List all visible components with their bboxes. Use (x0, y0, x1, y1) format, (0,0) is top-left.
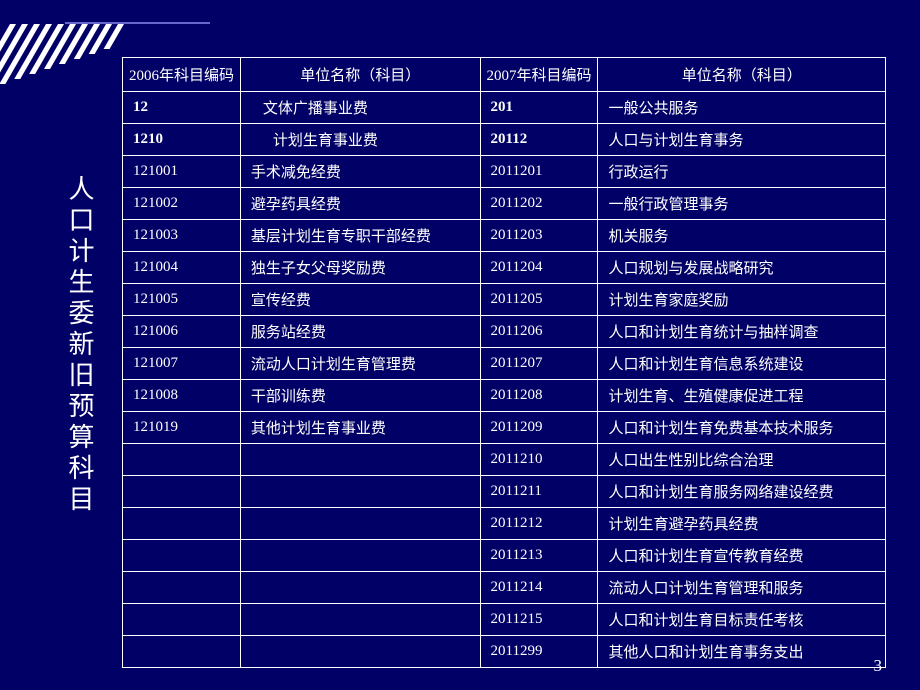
table-row: 121008干部训练费2011208计划生育、生殖健康促进工程 (123, 380, 886, 412)
table-row: 12文体广播事业费201一般公共服务 (123, 92, 886, 124)
table-row: 1210计划生育事业费20112人口与计划生育事务 (123, 124, 886, 156)
table-header-row: 2006年科目编码 单位名称（科目） 2007年科目编码 单位名称（科目） (123, 58, 886, 92)
cell-name-2007: 人口规划与发展战略研究 (598, 252, 886, 284)
cell-code-2007: 2011212 (480, 508, 598, 540)
cell-code-2006: 121007 (123, 348, 241, 380)
cell-name-2006: 文体广播事业费 (240, 92, 480, 124)
cell-name-2007: 行政运行 (598, 156, 886, 188)
cell-code-2007: 2011211 (480, 476, 598, 508)
cell-code-2007: 2011207 (480, 348, 598, 380)
cell-name-2006: 干部训练费 (240, 380, 480, 412)
table-row: 121006服务站经费2011206人口和计划生育统计与抽样调查 (123, 316, 886, 348)
cell-name-2007: 人口和计划生育统计与抽样调查 (598, 316, 886, 348)
table-row: 121007流动人口计划生育管理费2011207人口和计划生育信息系统建设 (123, 348, 886, 380)
cell-name-2006: 手术减免经费 (240, 156, 480, 188)
cell-name-2006: 避孕药具经费 (240, 188, 480, 220)
cell-name-2007: 人口和计划生育免费基本技术服务 (598, 412, 886, 444)
cell-code-2007: 2011204 (480, 252, 598, 284)
cell-code-2006 (123, 636, 241, 668)
table-row: 121004独生子女父母奖励费2011204人口规划与发展战略研究 (123, 252, 886, 284)
table-row: 2011214流动人口计划生育管理和服务 (123, 572, 886, 604)
cell-name-2006: 计划生育事业费 (240, 124, 480, 156)
cell-code-2006: 121001 (123, 156, 241, 188)
cell-name-2007: 计划生育家庭奖励 (598, 284, 886, 316)
cell-name-2006: 宣传经费 (240, 284, 480, 316)
cell-code-2006: 121006 (123, 316, 241, 348)
table-row: 2011215人口和计划生育目标责任考核 (123, 604, 886, 636)
cell-name-2007: 人口与计划生育事务 (598, 124, 886, 156)
cell-name-2006: 其他计划生育事业费 (240, 412, 480, 444)
cell-code-2007: 2011209 (480, 412, 598, 444)
cell-code-2006: 121003 (123, 220, 241, 252)
col-header-name-2007: 单位名称（科目） (598, 58, 886, 92)
cell-name-2007: 计划生育、生殖健康促进工程 (598, 380, 886, 412)
cell-code-2007: 2011214 (480, 572, 598, 604)
table-row: 121003基层计划生育专职干部经费2011203机关服务 (123, 220, 886, 252)
table-row: 2011211人口和计划生育服务网络建设经费 (123, 476, 886, 508)
cell-code-2007: 2011203 (480, 220, 598, 252)
table-row: 2011212计划生育避孕药具经费 (123, 508, 886, 540)
cell-code-2007: 2011205 (480, 284, 598, 316)
cell-name-2007: 人口出生性别比综合治理 (598, 444, 886, 476)
cell-name-2007: 人口和计划生育宣传教育经费 (598, 540, 886, 572)
cell-code-2007: 20112 (480, 124, 598, 156)
cell-name-2006: 流动人口计划生育管理费 (240, 348, 480, 380)
cell-code-2006: 1210 (123, 124, 241, 156)
cell-name-2007: 流动人口计划生育管理和服务 (598, 572, 886, 604)
cell-code-2007: 2011213 (480, 540, 598, 572)
cell-code-2006: 12 (123, 92, 241, 124)
cell-name-2006: 基层计划生育专职干部经费 (240, 220, 480, 252)
cell-code-2007: 2011206 (480, 316, 598, 348)
cell-code-2006 (123, 476, 241, 508)
slide-title: 人口计生委新旧预算科目 (68, 175, 98, 516)
col-header-name-2006: 单位名称（科目） (240, 58, 480, 92)
cell-code-2006 (123, 572, 241, 604)
cell-code-2006: 121005 (123, 284, 241, 316)
cell-name-2007: 人口和计划生育服务网络建设经费 (598, 476, 886, 508)
cell-code-2007: 2011202 (480, 188, 598, 220)
cell-code-2006 (123, 540, 241, 572)
cell-code-2007: 2011201 (480, 156, 598, 188)
cell-name-2006 (240, 636, 480, 668)
col-header-code-2006: 2006年科目编码 (123, 58, 241, 92)
budget-table: 2006年科目编码 单位名称（科目） 2007年科目编码 单位名称（科目） 12… (122, 57, 886, 668)
cell-name-2007: 其他人口和计划生育事务支出 (598, 636, 886, 668)
cell-code-2006: 121002 (123, 188, 241, 220)
table-row: 2011213人口和计划生育宣传教育经费 (123, 540, 886, 572)
budget-table-wrap: 2006年科目编码 单位名称（科目） 2007年科目编码 单位名称（科目） 12… (122, 57, 886, 668)
cell-code-2006 (123, 604, 241, 636)
cell-name-2006: 服务站经费 (240, 316, 480, 348)
cell-name-2007: 一般行政管理事务 (598, 188, 886, 220)
table-row: 121001手术减免经费2011201行政运行 (123, 156, 886, 188)
page-number: 3 (874, 656, 883, 676)
cell-code-2006: 121004 (123, 252, 241, 284)
table-row: 121019其他计划生育事业费2011209人口和计划生育免费基本技术服务 (123, 412, 886, 444)
cell-code-2006 (123, 444, 241, 476)
cell-name-2006 (240, 540, 480, 572)
table-row: 121005宣传经费2011205计划生育家庭奖励 (123, 284, 886, 316)
cell-name-2007: 一般公共服务 (598, 92, 886, 124)
cell-name-2007: 人口和计划生育目标责任考核 (598, 604, 886, 636)
cell-name-2006 (240, 572, 480, 604)
cell-code-2006: 121019 (123, 412, 241, 444)
cell-name-2006 (240, 444, 480, 476)
cell-name-2006 (240, 508, 480, 540)
cell-name-2006 (240, 604, 480, 636)
cell-code-2006 (123, 508, 241, 540)
cell-name-2007: 机关服务 (598, 220, 886, 252)
cell-name-2006: 独生子女父母奖励费 (240, 252, 480, 284)
cell-code-2007: 2011210 (480, 444, 598, 476)
cell-name-2007: 计划生育避孕药具经费 (598, 508, 886, 540)
cell-name-2006 (240, 476, 480, 508)
cell-code-2007: 201 (480, 92, 598, 124)
cell-code-2007: 2011208 (480, 380, 598, 412)
cell-name-2007: 人口和计划生育信息系统建设 (598, 348, 886, 380)
cell-code-2006: 121008 (123, 380, 241, 412)
cell-code-2007: 2011215 (480, 604, 598, 636)
table-row: 2011299其他人口和计划生育事务支出 (123, 636, 886, 668)
cell-code-2007: 2011299 (480, 636, 598, 668)
col-header-code-2007: 2007年科目编码 (480, 58, 598, 92)
table-row: 121002避孕药具经费2011202一般行政管理事务 (123, 188, 886, 220)
table-row: 2011210人口出生性别比综合治理 (123, 444, 886, 476)
